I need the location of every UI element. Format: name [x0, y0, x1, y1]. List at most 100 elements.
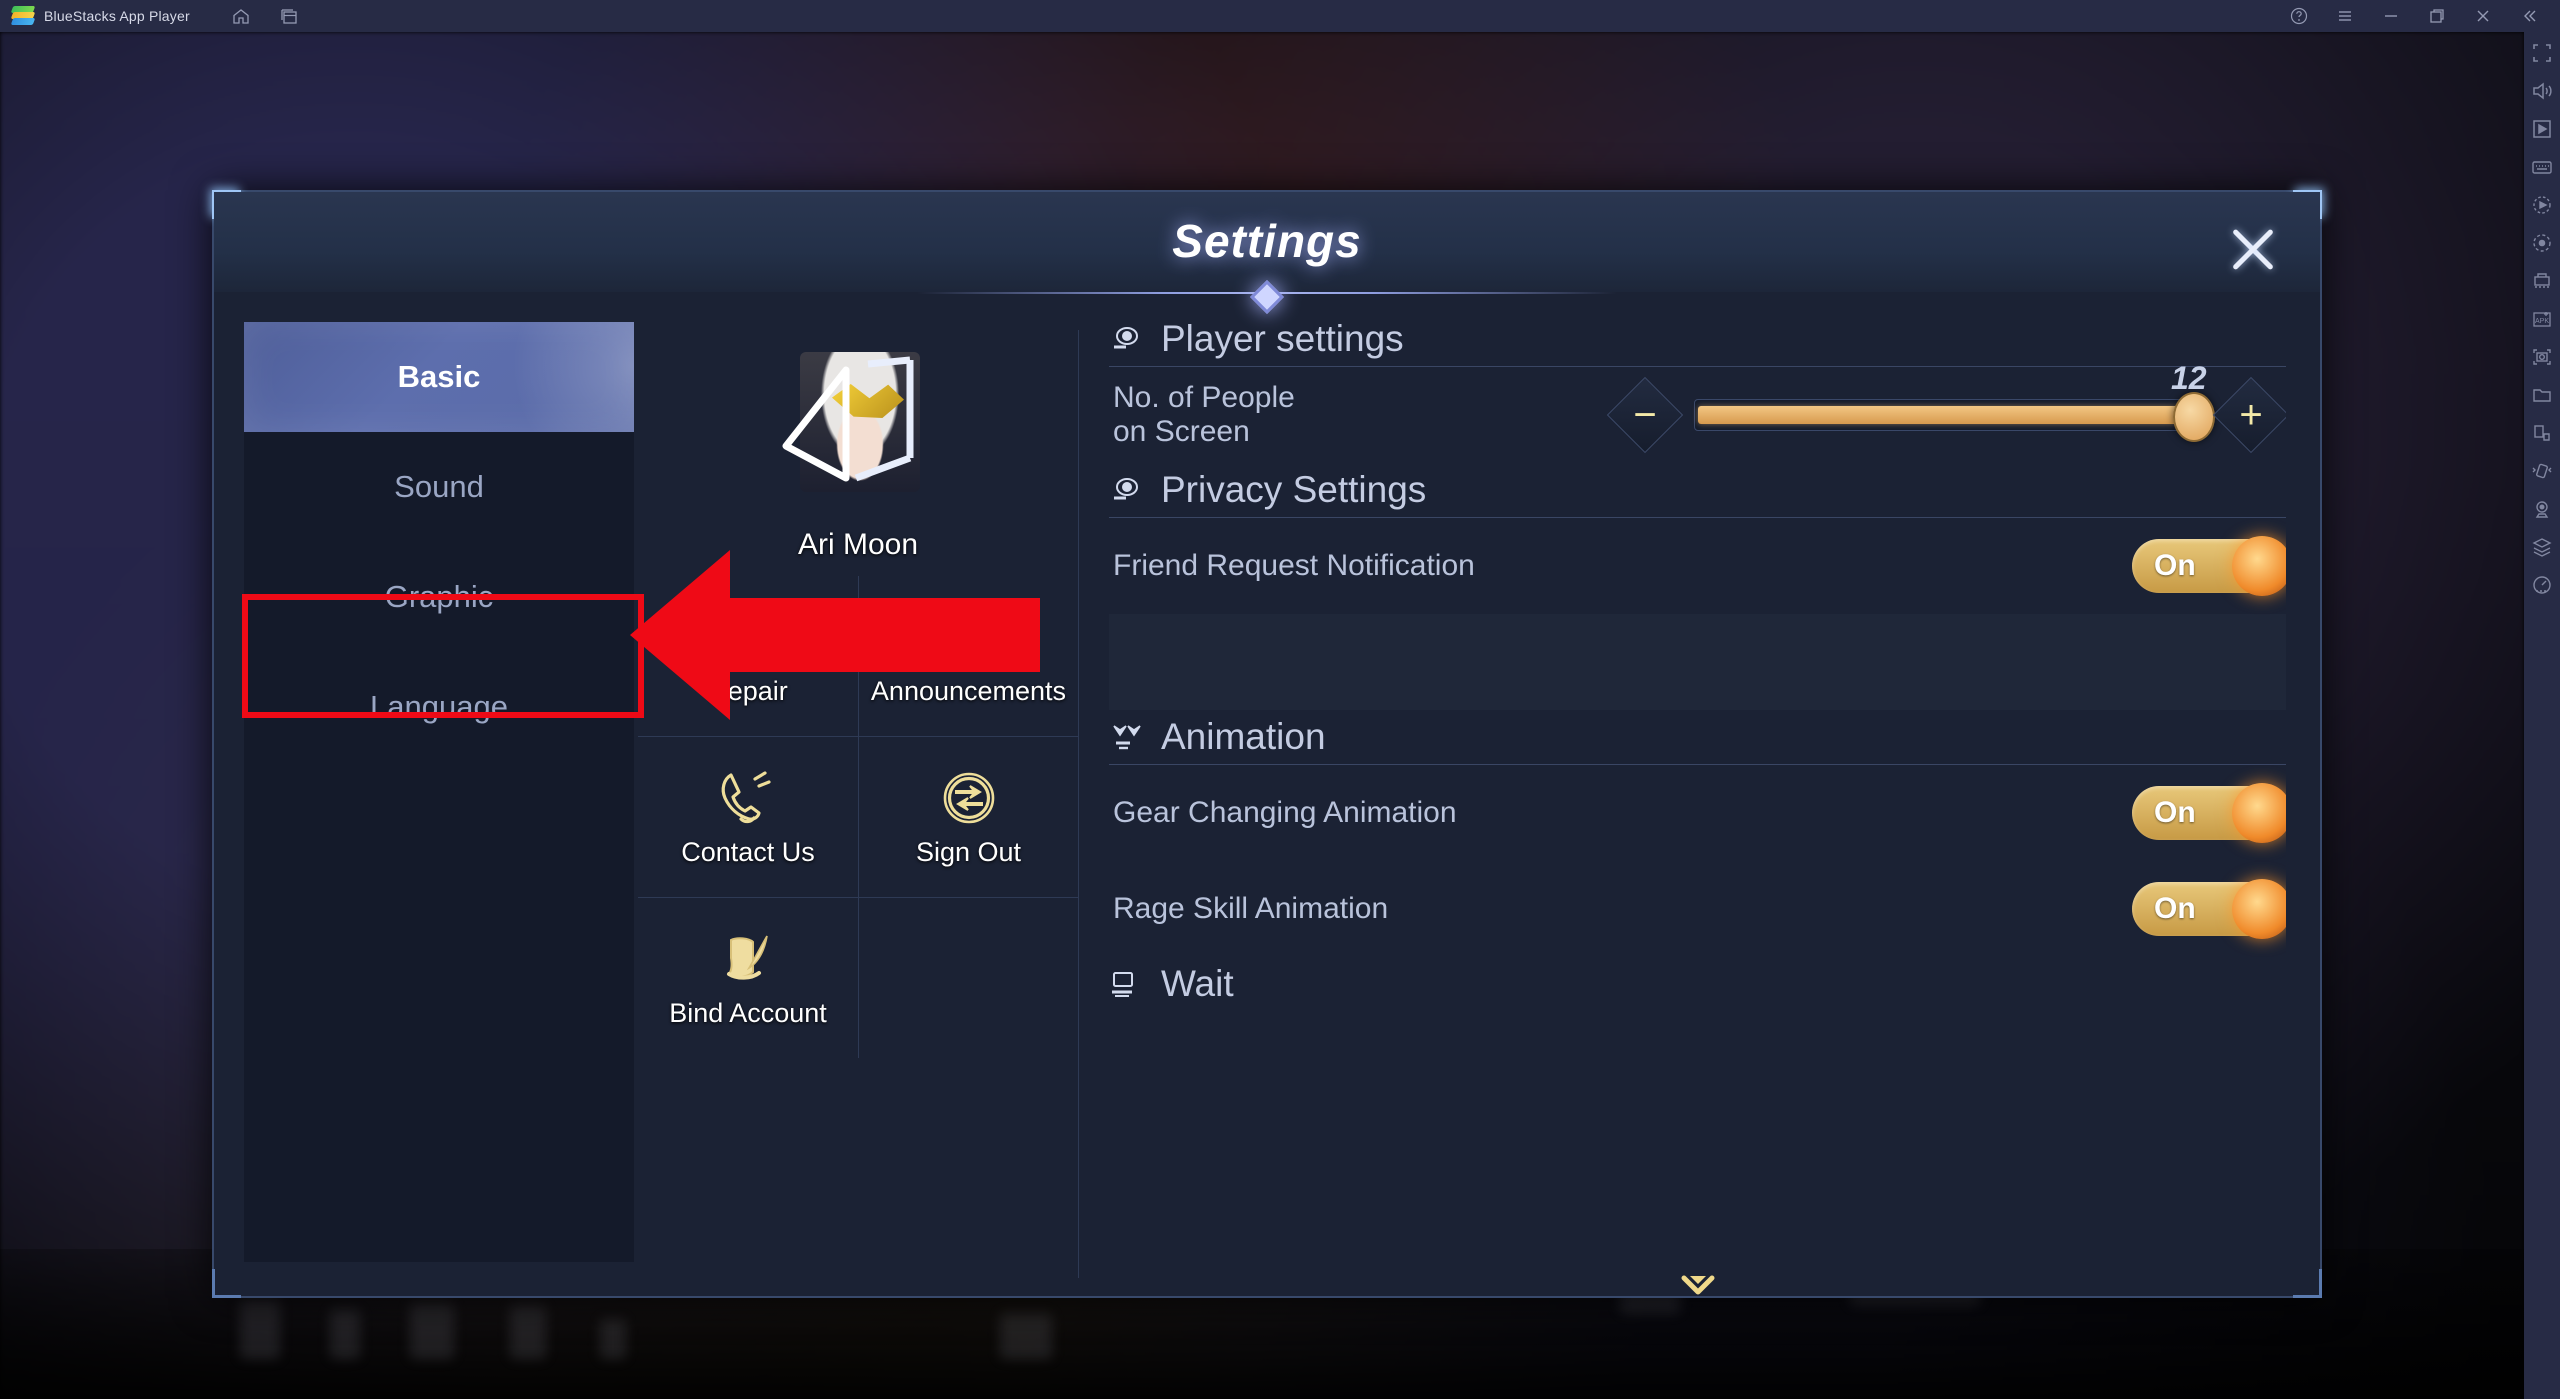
row-label-line2: on Screen: [1113, 415, 1250, 448]
section-animation: Animation Gear Changing Animation On Rag…: [1109, 716, 2286, 957]
toggle-value: On: [2154, 796, 2196, 829]
macro-recorder-icon[interactable]: [2529, 192, 2555, 218]
bluestacks-window: BlueStacks App Player Settings Basic Sou…: [0, 0, 2560, 1399]
media-manager-icon[interactable]: [2529, 382, 2555, 408]
sign-out-icon: [932, 767, 1006, 829]
bluestacks-tool-rail: APK: [2524, 32, 2560, 1399]
sidebar-item-label: Basic: [397, 359, 481, 394]
action-label: Repair: [708, 675, 788, 706]
window-title: BlueStacks App Player: [44, 8, 190, 24]
screen-record-icon[interactable]: [2529, 230, 2555, 256]
dialog-body: Basic Sound Graphic Language Ari Moon Re…: [214, 312, 2320, 1296]
help-icon[interactable]: [2284, 1, 2314, 31]
eye-icon: [1109, 473, 1147, 511]
phone-icon: [711, 767, 785, 829]
multi-instance-icon[interactable]: [2529, 268, 2555, 294]
people-slider-track[interactable]: 12: [1694, 360, 2215, 442]
row-no-of-people-on-screen: No. of People on Screen − 12 +: [1109, 360, 2286, 463]
sidebar-item-basic[interactable]: Basic: [244, 322, 634, 432]
action-repair[interactable]: Repair: [638, 576, 858, 736]
layers-icon[interactable]: [2529, 534, 2555, 560]
action-contact-us[interactable]: Contact Us: [638, 736, 858, 897]
menu-icon[interactable]: [2330, 1, 2360, 31]
volume-icon[interactable]: [2529, 78, 2555, 104]
toggle-value: On: [2154, 892, 2196, 925]
monitor-icon: [1109, 967, 1147, 1005]
rotate-screen-icon[interactable]: [2529, 420, 2555, 446]
game-controls-icon[interactable]: [2529, 116, 2555, 142]
maximize-icon[interactable]: [2422, 1, 2452, 31]
home-icon[interactable]: [226, 1, 256, 31]
install-apk-icon[interactable]: APK: [2529, 306, 2555, 332]
bluestacks-logo-icon: [10, 6, 36, 26]
titlebar-left-icons: [226, 1, 304, 31]
people-slider-group: − 12 +: [1606, 360, 2286, 454]
row-friend-request-notification: Friend Request Notification On: [1109, 518, 2286, 614]
row-label: Gear Changing Animation: [1113, 796, 1457, 829]
keyboard-icon[interactable]: [2529, 154, 2555, 180]
slider-decrement-button[interactable]: −: [1606, 376, 1684, 454]
section-title: Privacy Settings: [1161, 469, 1427, 510]
wrench-icon: [711, 606, 785, 668]
toggle-knob: [2232, 879, 2286, 939]
account-action-grid: Repair Announcements Contact Us Sign Out…: [638, 576, 1078, 1058]
dialog-close-button[interactable]: [2218, 214, 2288, 284]
section-header: Player settings: [1109, 318, 2286, 367]
minus-icon: −: [1633, 393, 1657, 437]
plus-icon: +: [2239, 393, 2263, 437]
row-label: No. of People on Screen: [1113, 381, 1295, 450]
screenshot-icon[interactable]: [2529, 344, 2555, 370]
settings-content-pane: Player settings No. of People on Screen …: [1109, 318, 2286, 1296]
action-label: Sign Out: [915, 836, 1022, 867]
account-panel: Ari Moon Repair Announcements Contact Us…: [638, 322, 1078, 1296]
performance-icon[interactable]: [2529, 572, 2555, 598]
people-slider-knob[interactable]: [2173, 392, 2215, 442]
sidebar-item-sound[interactable]: Sound: [244, 432, 634, 542]
action-sign-out[interactable]: Sign Out: [858, 736, 1078, 897]
sidebar-item-language[interactable]: Language: [244, 652, 634, 762]
toggle-knob: [2232, 783, 2286, 843]
section-header: Wait: [1109, 963, 2286, 1011]
titlebar-window-controls: [2284, 1, 2544, 31]
action-bind-account[interactable]: Bind Account: [638, 897, 858, 1058]
megaphone-icon: [932, 606, 1006, 668]
section-player-settings: Player settings No. of People on Screen …: [1109, 318, 2286, 463]
row-privacy-empty: [1109, 614, 2286, 710]
avatar[interactable]: [758, 340, 958, 520]
row-label-line1: No. of People: [1113, 380, 1295, 414]
action-grid-empty-cell: [858, 897, 1078, 1058]
scroll-quill-icon: [711, 928, 785, 990]
fullscreen-icon[interactable]: [2529, 40, 2555, 66]
eye-icon: [1109, 322, 1147, 360]
settings-sidebar: Basic Sound Graphic Language: [244, 322, 634, 1262]
sidebar-item-graphic[interactable]: Graphic: [244, 542, 634, 652]
gear-changing-animation-toggle[interactable]: On: [2132, 783, 2286, 843]
minimize-icon[interactable]: [2376, 1, 2406, 31]
svg-text:APK: APK: [2535, 318, 2549, 325]
shake-icon[interactable]: [2529, 458, 2555, 484]
rage-skill-animation-toggle[interactable]: On: [2132, 879, 2286, 939]
row-label: Friend Request Notification: [1113, 549, 1475, 582]
action-label: Contact Us: [681, 836, 815, 867]
game-viewport: Settings Basic Sound Graphic Language Ar…: [0, 32, 2524, 1399]
people-slider-value: 12: [2171, 360, 2207, 396]
slider-increment-button[interactable]: +: [2212, 376, 2286, 454]
toggle-value: On: [2154, 549, 2196, 582]
friend-request-notification-toggle[interactable]: On: [2132, 536, 2286, 596]
instance-manager-icon[interactable]: [274, 1, 304, 31]
avatar-frame-icon: [782, 356, 914, 482]
scroll-down-chevron-icon[interactable]: [1678, 1274, 1718, 1296]
row-gear-changing-animation: Gear Changing Animation On: [1109, 765, 2286, 861]
location-icon[interactable]: [2529, 496, 2555, 522]
action-label: Announcements: [870, 675, 1067, 706]
action-announcements[interactable]: Announcements: [858, 576, 1078, 736]
panel-divider: [1078, 330, 1079, 1278]
action-label: Bind Account: [669, 997, 827, 1028]
close-icon[interactable]: [2468, 1, 2498, 31]
sidebar-item-label: Sound: [394, 469, 484, 504]
window-titlebar: BlueStacks App Player: [0, 0, 2560, 32]
settings-dialog: Settings Basic Sound Graphic Language Ar…: [212, 190, 2322, 1298]
section-header: Animation: [1109, 716, 2286, 765]
row-rage-skill-animation: Rage Skill Animation On: [1109, 861, 2286, 957]
collapse-sidebar-icon[interactable]: [2514, 1, 2544, 31]
